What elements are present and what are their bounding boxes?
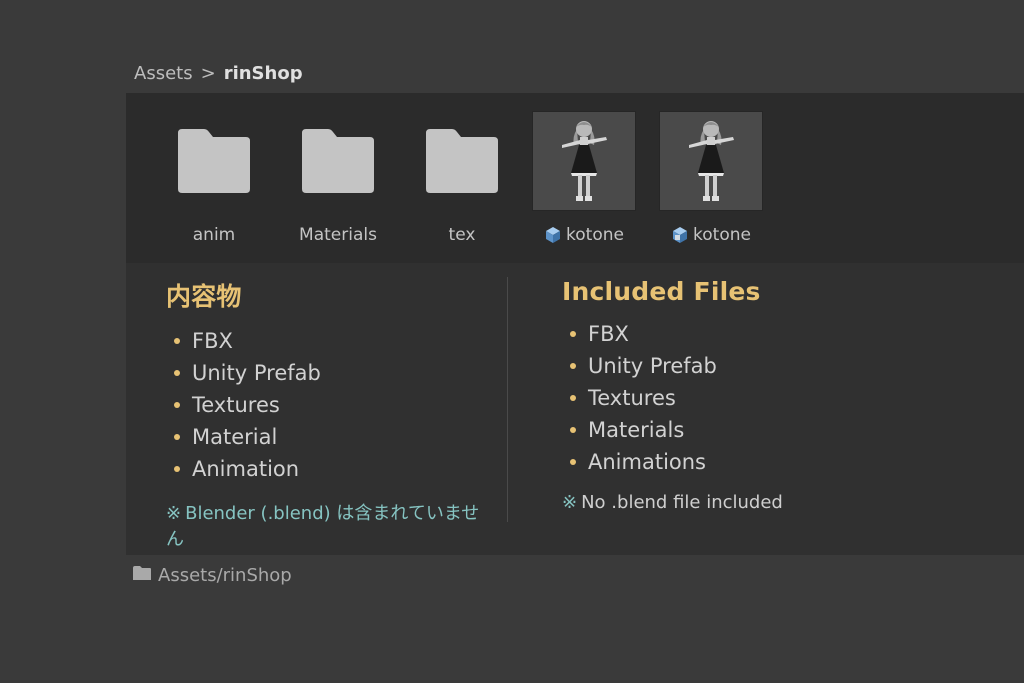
heading-japanese: 内容物 — [166, 282, 242, 311]
asset-grid: anim Materials tex kotone kotone — [126, 93, 1024, 263]
note-english: ※ No .blend file included — [562, 492, 1002, 513]
character-preview — [532, 111, 636, 211]
list-item: Materials — [562, 414, 1002, 446]
bullet-icon — [174, 338, 180, 344]
info-english: Included Files FBX Unity Prefab Textures… — [562, 277, 1002, 513]
prefab-kotone[interactable]: kotone — [532, 111, 636, 245]
info-japanese: 内容物 FBX Unity Prefab Textures Material A… — [166, 277, 496, 551]
asset-name: tex — [448, 225, 476, 245]
selected-path-bar: Assets/rinShop — [132, 564, 292, 586]
breadcrumb-separator: > — [200, 62, 216, 84]
project-panel: anim Materials tex kotone kotone 内容物 FBX… — [126, 93, 1024, 555]
list-item: FBX — [562, 318, 1002, 350]
list-item: Animations — [562, 446, 1002, 478]
breadcrumb: Assets > rinShop — [134, 60, 303, 86]
bullet-icon — [570, 363, 576, 369]
note-mark: ※ — [166, 503, 182, 524]
bullet-icon — [570, 395, 576, 401]
bullet-icon — [570, 459, 576, 465]
contents-list-japanese: FBX Unity Prefab Textures Material Anima… — [166, 325, 496, 485]
prefab-cube-icon — [544, 226, 562, 244]
bullet-icon — [174, 466, 180, 472]
breadcrumb-current[interactable]: rinShop — [224, 63, 303, 84]
prefab-kotone-variant[interactable]: kotone — [659, 111, 763, 245]
bullet-icon — [570, 427, 576, 433]
list-item: Material — [166, 421, 496, 453]
note-text: Blender (.blend) は含まれていません — [166, 503, 480, 550]
selected-path-text: Assets/rinShop — [158, 564, 292, 586]
column-divider — [507, 277, 508, 522]
contents-list-english: FBX Unity Prefab Textures Materials Anim… — [562, 318, 1002, 478]
list-item: Textures — [562, 382, 1002, 414]
folder-icon — [286, 111, 390, 211]
note-mark: ※ — [562, 492, 578, 513]
asset-name: kotone — [566, 225, 624, 245]
asset-name: kotone — [693, 225, 751, 245]
list-item: Animation — [166, 453, 496, 485]
bullet-icon — [174, 370, 180, 376]
note-text: No .blend file included — [581, 492, 783, 513]
character-preview — [659, 111, 763, 211]
breadcrumb-root[interactable]: Assets — [134, 63, 193, 84]
folder-icon — [162, 111, 266, 211]
bullet-icon — [174, 402, 180, 408]
folder-tex[interactable]: tex — [410, 111, 514, 245]
prefab-variant-cube-icon — [671, 226, 689, 244]
folder-anim[interactable]: anim — [162, 111, 266, 245]
included-files-info: 内容物 FBX Unity Prefab Textures Material A… — [126, 263, 1024, 555]
folder-small-icon — [132, 565, 152, 586]
heading-english: Included Files — [562, 277, 761, 306]
list-item: Unity Prefab — [166, 357, 496, 389]
asset-name: Materials — [299, 225, 377, 245]
bullet-icon — [174, 434, 180, 440]
folder-icon — [410, 111, 514, 211]
bullet-icon — [570, 331, 576, 337]
list-item: Textures — [166, 389, 496, 421]
folder-materials[interactable]: Materials — [286, 111, 390, 245]
note-japanese: ※ Blender (.blend) は含まれていません — [166, 499, 496, 551]
list-item: Unity Prefab — [562, 350, 1002, 382]
list-item: FBX — [166, 325, 496, 357]
asset-name: anim — [192, 225, 236, 245]
